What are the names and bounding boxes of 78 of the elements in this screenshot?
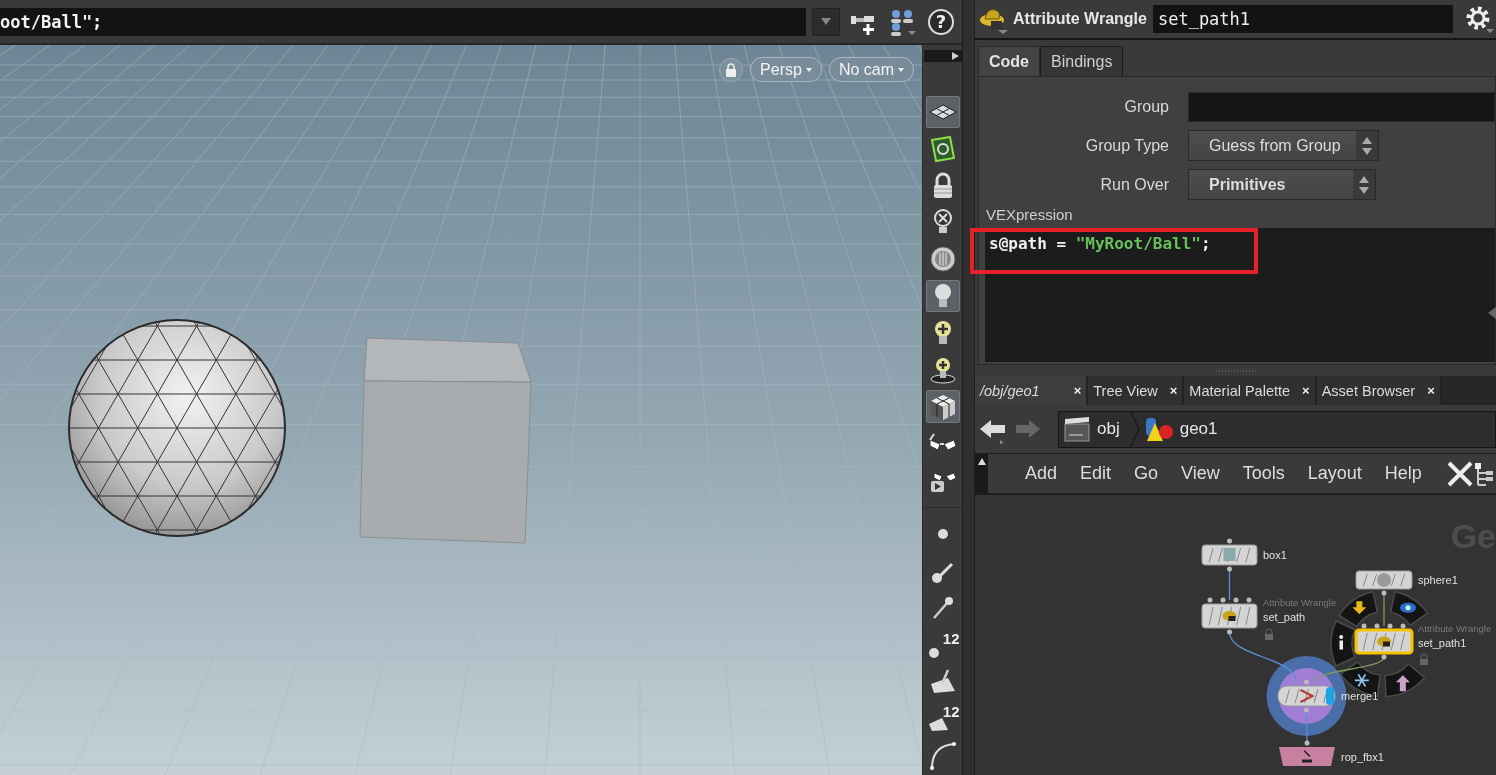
up-arrow-icon[interactable] — [977, 458, 986, 465]
node-label: set_path — [1263, 611, 1306, 623]
curve-icon — [927, 739, 958, 770]
dial-icon — [927, 244, 958, 275]
menu-item[interactable]: Edit — [1080, 463, 1112, 484]
menu-item[interactable]: Go — [1134, 463, 1159, 484]
node-name-field[interactable]: set_path1 — [1152, 5, 1453, 33]
close-button[interactable]: × — [1302, 383, 1310, 398]
clapperboard-icon — [1063, 415, 1091, 443]
field-label: Group — [1123, 97, 1169, 116]
menu-item[interactable]: View — [1181, 463, 1220, 484]
settings-icon[interactable] — [1464, 4, 1494, 34]
menu-item[interactable]: Layout — [1307, 463, 1362, 484]
close-button[interactable]: × — [1427, 383, 1435, 398]
face-icon — [927, 717, 949, 733]
close-button[interactable]: × — [1169, 383, 1178, 398]
dropdown-menu[interactable]: Guess from Group — [1188, 130, 1379, 161]
connection-wire — [1313, 656, 1385, 683]
node-type-label: Attribute Wrangle — [1418, 623, 1492, 634]
point-icon — [927, 646, 940, 659]
checker-cube-tool[interactable] — [925, 390, 960, 423]
arrow-down-icon — [1352, 601, 1367, 615]
help-button[interactable]: ? — [928, 8, 954, 35]
tab[interactable]: Code — [978, 46, 1040, 76]
code-editor[interactable]: s@path = "MyRoot/Ball"; — [985, 228, 1495, 362]
connection-wire — [1305, 709, 1308, 744]
field-label: Run Over — [1099, 175, 1169, 194]
path-button[interactable]: obj — [1063, 415, 1126, 443]
lock-icon — [725, 62, 738, 77]
node-type-label: Attribute Wrangle — [1013, 10, 1147, 28]
connection-wire — [1228, 568, 1231, 601]
shapes-icon — [1143, 415, 1174, 443]
grid-plane-tool[interactable] — [925, 95, 960, 129]
node-label: sphere1 — [1418, 574, 1458, 586]
node-label: box1 — [1263, 549, 1287, 561]
face-tool[interactable]: 12 — [925, 701, 960, 735]
point-tool[interactable]: 12 — [925, 627, 960, 661]
pane-tab[interactable]: Asset Browser × — [1316, 376, 1442, 405]
pane-tab[interactable]: Material Palette × — [1184, 376, 1317, 405]
node-type-label: Attribute Wrangle — [1263, 597, 1337, 608]
resize-handle-icon[interactable] — [1215, 368, 1256, 373]
scroll-button[interactable] — [923, 50, 962, 62]
arrow-up-icon — [1395, 675, 1410, 692]
field-label: Group Type — [1084, 136, 1169, 155]
node-label: rop_fbx1 — [1341, 750, 1384, 763]
field-label: VEXpression — [986, 206, 1073, 224]
code-line: s@path = "MyRoot/Ball"; — [989, 234, 1211, 253]
text-field[interactable] — [1188, 91, 1495, 122]
dropdown-button[interactable] — [812, 7, 840, 36]
info-icon — [1339, 635, 1344, 650]
network-node[interactable] — [1201, 538, 1258, 572]
collapse-arrow-icon — [1488, 307, 1496, 319]
tab[interactable]: Bindings — [1040, 46, 1124, 76]
connection-wire — [1383, 592, 1385, 627]
network-node[interactable] — [1355, 570, 1413, 596]
menu-item[interactable]: Add — [1025, 463, 1058, 484]
node-label: set_path1 — [1418, 636, 1467, 649]
dropdown-menu[interactable]: Primitives — [1188, 169, 1376, 200]
connection-wire — [1228, 631, 1297, 683]
eye-icon — [1400, 602, 1417, 613]
path-button[interactable]: geo1 — [1143, 415, 1224, 443]
pane-tab[interactable]: /obj/geo1 × — [975, 376, 1089, 405]
close-button[interactable]: × — [1073, 383, 1082, 398]
snowflake-icon — [1353, 673, 1370, 688]
code-field[interactable]: oot/Ball"; — [0, 7, 806, 36]
up-down-arrows-icon — [1359, 175, 1369, 194]
menu-item[interactable]: Help — [1384, 463, 1422, 484]
menu-item[interactable]: Tools — [1242, 463, 1285, 484]
network-node[interactable] — [1201, 597, 1258, 635]
network-node[interactable] — [1279, 740, 1335, 766]
lightbulb-tool[interactable] — [925, 279, 960, 313]
pane-tab[interactable]: Tree View × — [1088, 376, 1185, 405]
point-icon — [936, 527, 949, 540]
caret-icon — [821, 18, 831, 25]
up-down-arrows-icon — [1362, 136, 1372, 155]
right-arrow-icon — [951, 51, 959, 60]
network-node[interactable] — [1354, 623, 1414, 660]
network-node[interactable] — [1277, 679, 1336, 713]
